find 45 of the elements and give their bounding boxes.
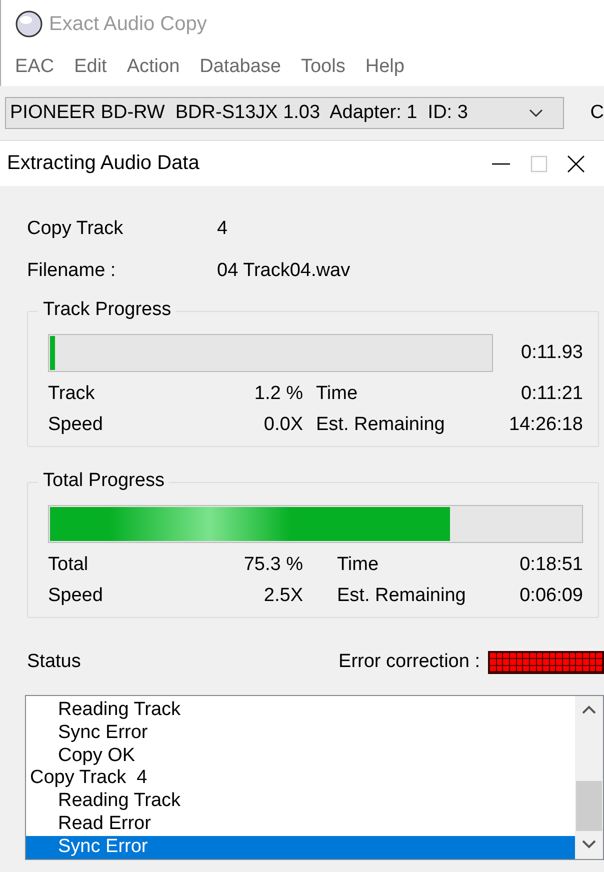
log-entry[interactable]: Read Error xyxy=(26,812,575,836)
log-entry[interactable]: Sync Error xyxy=(26,836,575,859)
stat-label: Est. Remaining xyxy=(316,413,446,436)
stat-value: 0.0X xyxy=(262,413,303,436)
menu-item[interactable]: Help xyxy=(355,56,414,78)
log-entry[interactable]: Copy Track 4 xyxy=(26,767,575,790)
stat-label: Total xyxy=(48,553,90,576)
close-icon[interactable] xyxy=(566,154,586,174)
log-entry[interactable]: Sync Error xyxy=(26,722,575,745)
menu-item[interactable]: Edit xyxy=(64,56,117,78)
disc-icon xyxy=(15,10,43,38)
stat-label: Time xyxy=(316,382,359,405)
menu-item[interactable]: Tools xyxy=(290,56,356,78)
toolbar-label: C xyxy=(590,102,604,124)
window-title: Exact Audio Copy xyxy=(49,12,207,36)
menu-item[interactable]: Action xyxy=(116,56,190,78)
scroll-thumb[interactable] xyxy=(576,781,602,831)
log-entry[interactable]: Reading Track xyxy=(26,699,575,722)
stat-label: Speed xyxy=(48,413,104,436)
stat-label: Speed xyxy=(48,584,104,607)
stat-value: 0:06:09 xyxy=(520,584,583,607)
stat-label: Track xyxy=(48,382,96,405)
group-title: Track Progress xyxy=(38,299,176,321)
elapsed-time: 0:11.93 xyxy=(521,342,583,364)
field-value: 4 xyxy=(217,218,228,240)
stat-value: 14:26:18 xyxy=(509,413,583,436)
menu-item[interactable]: EAC xyxy=(5,56,64,78)
drive-dropdown[interactable]: PIONEER BD-RW BDR-S13JX 1.03 Adapter: 1 ID: 3 xyxy=(5,97,564,129)
field-label: Copy Track xyxy=(27,218,124,240)
stat-value: 0:11:21 xyxy=(520,382,583,405)
stat-label: Est. Remaining xyxy=(336,584,467,607)
stat-label: Time xyxy=(336,553,380,576)
dialog-title: Extracting Audio Data xyxy=(7,152,200,175)
stat-value: 0:18:51 xyxy=(520,553,583,576)
stat-value: 1.2 % xyxy=(253,382,303,405)
field-value: 04 Track04.wav xyxy=(217,260,350,282)
stat-value: 2.5X xyxy=(262,584,303,607)
field-label: Filename : xyxy=(27,260,117,282)
menu-item[interactable]: Database xyxy=(190,56,291,78)
log-entry[interactable]: Copy OK xyxy=(26,744,575,768)
stat-value: 75.3 % xyxy=(242,553,303,576)
group-title: Total Progress xyxy=(38,470,170,492)
status-label: Status xyxy=(27,651,81,673)
log-entry[interactable]: Reading Track xyxy=(26,790,575,813)
meter-label: Error correction : xyxy=(338,651,480,673)
